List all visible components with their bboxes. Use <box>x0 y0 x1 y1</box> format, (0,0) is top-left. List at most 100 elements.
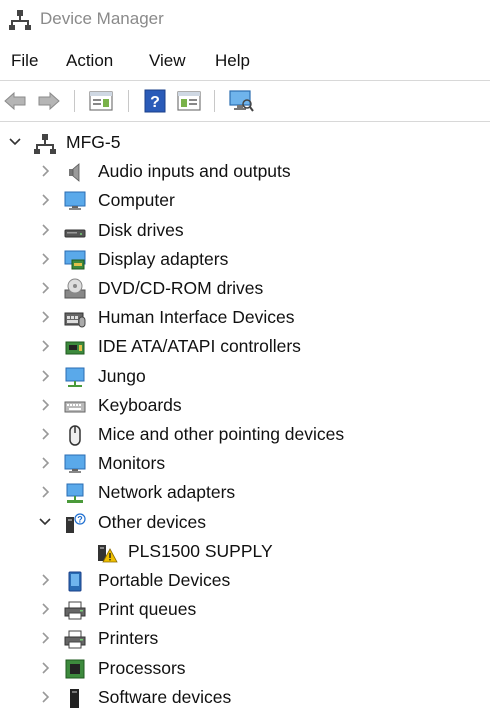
monitor-icon <box>64 453 86 475</box>
tree-item-pls1500-supply[interactable]: PLS1500 SUPPLY <box>0 537 490 566</box>
tree-item-processors[interactable]: Processors <box>0 654 490 683</box>
toolbar-bottom-border <box>0 121 490 122</box>
chevron-right-icon[interactable] <box>38 369 52 383</box>
tree-item-audio-inputs-and-outputs[interactable]: Audio inputs and outputs <box>0 157 490 186</box>
tree-item-printers[interactable]: Printers <box>0 624 490 653</box>
tree-item-disk-drives[interactable]: Disk drives <box>0 216 490 245</box>
display-adapter-icon <box>64 249 86 271</box>
chevron-right-icon[interactable] <box>38 310 52 324</box>
menu-help[interactable]: Help <box>215 51 250 71</box>
tree-item-keyboards[interactable]: Keyboards <box>0 391 490 420</box>
tree-item-label: Processors <box>98 657 186 678</box>
tree-item-label: Disk drives <box>98 219 184 240</box>
tree-root-item[interactable]: MFG-5 <box>0 128 490 157</box>
update-driver-icon <box>177 91 201 111</box>
title-bar: Device Manager <box>0 0 490 42</box>
tree-item-label: Computer <box>98 190 175 211</box>
tree-item-jungo[interactable]: Jungo <box>0 362 490 391</box>
chevron-right-icon[interactable] <box>38 281 52 295</box>
device-manager-icon <box>9 10 31 30</box>
chevron-down-icon[interactable] <box>38 515 52 529</box>
svg-text:?: ? <box>77 514 83 524</box>
tree-item-label: DVD/CD-ROM drives <box>98 278 264 298</box>
tree-item-display-adapters[interactable]: Display adapters <box>0 245 490 274</box>
svg-text:?: ? <box>150 94 160 111</box>
forward-button[interactable] <box>36 88 62 114</box>
tree-item-label: PLS1500 SUPPLY <box>128 540 273 561</box>
back-button[interactable] <box>2 88 28 114</box>
toolbar-separator <box>128 90 129 112</box>
tree-item-ide-ata-atapi-controllers[interactable]: IDE ATA/ATAPI controllers <box>0 332 490 361</box>
chevron-right-icon[interactable] <box>38 485 52 499</box>
keyboard-icon <box>64 395 86 417</box>
window-title: Device Manager <box>40 9 164 28</box>
chevron-right-icon[interactable] <box>38 661 52 675</box>
help-icon: ? <box>144 89 166 113</box>
toolbar-separator <box>214 90 215 112</box>
forward-arrow-icon <box>38 91 60 111</box>
chevron-right-icon[interactable] <box>38 456 52 470</box>
monitor-icon <box>64 190 86 212</box>
tree-item-computer[interactable]: Computer <box>0 186 490 215</box>
tree-item-label: Display adapters <box>98 248 229 269</box>
toolbar-separator <box>74 90 75 112</box>
chevron-right-icon[interactable] <box>38 573 52 587</box>
menu-file[interactable]: File <box>11 51 38 71</box>
hid-icon <box>64 307 86 329</box>
tree-item-monitors[interactable]: Monitors <box>0 449 490 478</box>
menu-separator <box>0 80 490 81</box>
scan-hardware-button[interactable] <box>228 88 254 114</box>
tree-item-label: Network adapters <box>98 482 236 503</box>
properties-button[interactable] <box>88 88 114 114</box>
tree-item-label: Audio inputs and outputs <box>98 161 291 182</box>
chevron-right-icon[interactable] <box>38 398 52 412</box>
tree-item-label: MFG-5 <box>66 132 121 152</box>
chevron-right-icon[interactable] <box>38 164 52 178</box>
warning-device-icon <box>96 541 118 563</box>
chevron-right-icon[interactable] <box>38 223 52 237</box>
tree-item-other-devices[interactable]: ? Other devices <box>0 508 490 537</box>
chevron-right-icon[interactable] <box>38 252 52 266</box>
software-device-icon <box>64 687 86 709</box>
chevron-right-icon[interactable] <box>38 427 52 441</box>
tree-item-dvd-cd-rom-drives[interactable]: DVD/CD-ROM drives <box>0 274 490 303</box>
back-arrow-icon <box>4 91 26 111</box>
unknown-device-icon: ? <box>64 512 86 534</box>
tree-item-human-interface-devices[interactable]: Human Interface Devices <box>0 303 490 332</box>
tree-item-label: Print queues <box>98 599 197 620</box>
mouse-icon <box>64 424 86 446</box>
chevron-right-icon[interactable] <box>38 631 52 645</box>
dvd-drive-icon <box>64 278 86 300</box>
chevron-down-icon[interactable] <box>8 135 22 149</box>
tree-item-label: Software devices <box>98 686 232 707</box>
tree-item-mice-and-other-pointing-devices[interactable]: Mice and other pointing devices <box>0 420 490 449</box>
portable-device-icon <box>64 570 86 592</box>
tree-item-label: Mice and other pointing devices <box>98 424 345 444</box>
printer-icon <box>64 628 86 650</box>
tree-item-network-adapters[interactable]: Network adapters <box>0 478 490 507</box>
network-monitor-icon <box>64 366 86 388</box>
ide-controller-icon <box>64 336 86 358</box>
tree-item-print-queues[interactable]: Print queues <box>0 595 490 624</box>
tree-item-label: Jungo <box>98 365 146 386</box>
properties-icon <box>89 91 113 111</box>
chevron-right-icon[interactable] <box>38 193 52 207</box>
menu-action[interactable]: Action <box>66 51 113 71</box>
chevron-right-icon[interactable] <box>38 339 52 353</box>
menu-view[interactable]: View <box>149 51 186 71</box>
toolbar: ? <box>0 82 490 120</box>
computer-tower-icon <box>34 132 56 154</box>
tree-item-label: Human Interface Devices <box>98 307 295 328</box>
disk-drive-icon <box>64 220 86 242</box>
chevron-right-icon[interactable] <box>38 602 52 616</box>
processor-icon <box>64 658 86 680</box>
scan-hardware-icon <box>229 90 254 112</box>
menu-bar: File Action View Help <box>0 44 490 78</box>
help-button[interactable]: ? <box>142 88 168 114</box>
update-driver-button[interactable] <box>176 88 202 114</box>
tree-item-portable-devices[interactable]: Portable Devices <box>0 566 490 595</box>
tree-item-label: Printers <box>98 628 159 649</box>
tree-item-label: IDE ATA/ATAPI controllers <box>98 336 301 357</box>
chevron-right-icon[interactable] <box>38 690 52 704</box>
tree-item-software-devices[interactable]: Software devices <box>0 683 490 712</box>
